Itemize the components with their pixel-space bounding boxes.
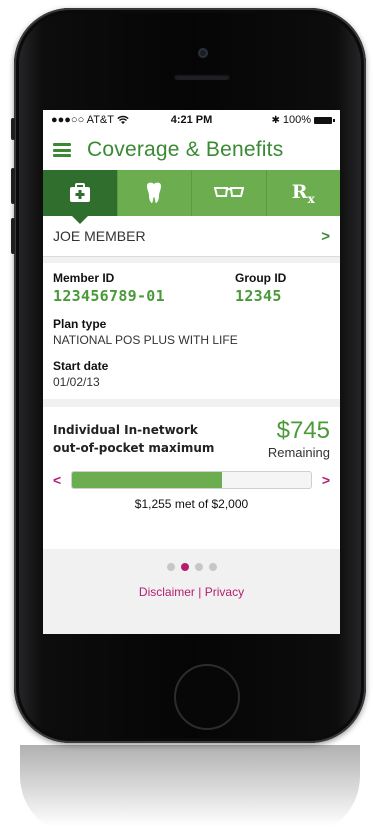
plan-type-value: NATIONAL POS PLUS WITH LIFE	[53, 333, 238, 347]
chevron-right-icon: >	[321, 227, 330, 245]
medical-kit-icon	[69, 183, 90, 202]
oop-remaining-amount: $745	[276, 417, 330, 444]
member-id-label: Member ID	[53, 271, 115, 285]
volume-up-button	[11, 168, 15, 204]
menu-icon[interactable]	[53, 143, 71, 157]
oop-remaining-caption: Remaining	[267, 445, 330, 460]
app-screen: ●●●○○ AT&T 4:21 PM ✱ 100% Coverage & Ben…	[43, 110, 340, 634]
status-bar: ●●●○○ AT&T 4:21 PM ✱ 100%	[43, 110, 340, 130]
oop-progress-fill	[72, 472, 222, 488]
page-indicator	[43, 563, 340, 571]
oop-remaining: $745 Remaining	[268, 417, 330, 460]
tab-medical[interactable]	[43, 170, 117, 224]
title-bar: Coverage & Benefits	[43, 130, 340, 170]
page-dot[interactable]	[194, 563, 203, 571]
page-dot[interactable]	[166, 563, 175, 571]
plan-type-label: Plan type	[53, 317, 107, 331]
privacy-link[interactable]: Privacy	[205, 585, 244, 599]
member-id-value: 123456789-01	[53, 287, 165, 305]
oop-progress-bar	[71, 471, 312, 489]
mute-switch	[11, 118, 15, 140]
start-date-label: Start date	[53, 359, 109, 373]
oop-card: Individual In-network out-of-pocket maxi…	[43, 407, 340, 549]
footer-separator: |	[194, 585, 205, 599]
rx-icon: Rx	[291, 180, 315, 206]
tab-vision[interactable]	[191, 170, 266, 216]
battery-icon	[314, 116, 335, 124]
chevron-left-icon[interactable]: <	[53, 472, 67, 488]
tab-dental[interactable]	[116, 170, 192, 216]
group-id-label: Group ID	[235, 271, 287, 285]
page-dot[interactable]	[180, 563, 189, 571]
glasses-icon	[213, 187, 244, 197]
group-id-value: 12345	[235, 287, 282, 305]
oop-progress-row: < >	[53, 471, 330, 489]
page-title: Coverage & Benefits	[87, 138, 284, 161]
phone-reflection	[20, 745, 360, 836]
tooth-icon	[147, 182, 162, 203]
front-camera	[198, 48, 208, 58]
status-time: 4:21 PM	[170, 114, 213, 126]
member-name: JOE MEMBER	[53, 228, 146, 244]
disclaimer-link[interactable]: Disclaimer	[139, 585, 195, 599]
earpiece-speaker	[174, 74, 230, 80]
home-button[interactable]	[174, 664, 240, 730]
benefit-tabs: Rx	[43, 170, 341, 224]
footer-links: Disclaimer | Privacy	[43, 585, 340, 599]
oop-met-text: $1,255 met of $2,000	[134, 497, 249, 511]
chevron-right-icon[interactable]: >	[316, 472, 330, 488]
start-date-value: 01/02/13	[53, 375, 100, 389]
tab-pharmacy[interactable]: Rx	[265, 170, 341, 216]
page-dot[interactable]	[208, 563, 217, 571]
volume-down-button	[11, 218, 15, 254]
member-details-card: Member ID 123456789-01 Group ID 12345 Pl…	[43, 263, 340, 399]
